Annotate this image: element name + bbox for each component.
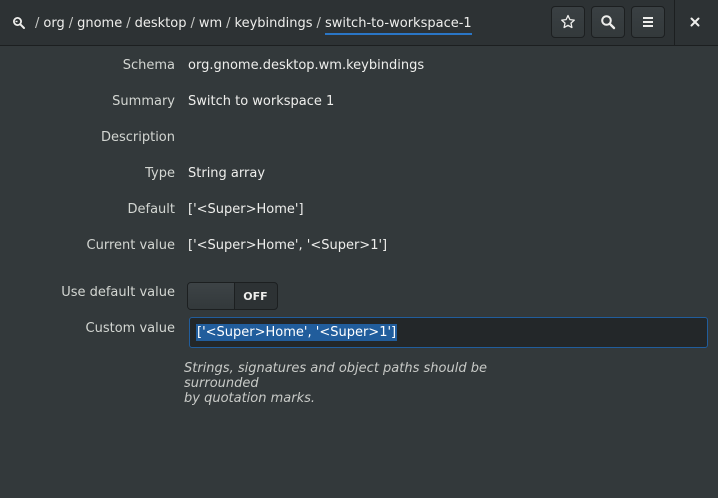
breadcrumb-separator: /	[226, 15, 231, 31]
schema-value: org.gnome.desktop.wm.keybindings	[188, 58, 425, 73]
current-value-value: ['<Super>Home', '<Super>1']	[188, 238, 388, 253]
current-value-label: Current value	[86, 238, 175, 253]
menu-button[interactable]	[631, 6, 665, 38]
bookmark-button[interactable]	[551, 6, 585, 38]
use-default-switch[interactable]: OFF	[187, 282, 278, 310]
root-path-icon[interactable]	[12, 16, 26, 30]
breadcrumb-item-desktop[interactable]: desktop	[135, 16, 187, 31]
default-row: Default ['<Super>Home']	[0, 202, 718, 222]
breadcrumb-item-org[interactable]: org	[43, 16, 64, 31]
breadcrumb-item-wm[interactable]: wm	[199, 16, 222, 31]
switch-knob[interactable]	[188, 283, 235, 309]
close-icon	[690, 17, 700, 27]
close-button[interactable]	[680, 6, 710, 38]
menu-icon	[643, 17, 653, 27]
summary-value: Switch to workspace 1	[188, 94, 335, 109]
schema-row: Schema org.gnome.desktop.wm.keybindings	[0, 58, 718, 78]
custom-value-label: Custom value	[85, 321, 175, 336]
type-value: String array	[188, 166, 266, 181]
breadcrumb: / org / gnome / desktop / wm / keybindin…	[12, 0, 472, 46]
breadcrumb-item-current[interactable]: switch-to-workspace-1	[324, 16, 472, 35]
description-row: Description	[0, 130, 718, 150]
summary-label: Summary	[112, 94, 175, 109]
search-button[interactable]	[591, 6, 625, 38]
schema-label: Schema	[122, 58, 175, 73]
search-icon	[601, 15, 616, 30]
use-default-row: Use default value	[0, 285, 718, 305]
custom-value-text[interactable]: ['<Super>Home', '<Super>1']	[196, 324, 398, 341]
breadcrumb-separator: /	[316, 15, 321, 31]
breadcrumb-separator: /	[126, 15, 131, 31]
custom-value-input[interactable]: ['<Super>Home', '<Super>1']	[189, 317, 708, 348]
current-value-row: Current value ['<Super>Home', '<Super>1'…	[0, 238, 718, 258]
header-bar: / org / gnome / desktop / wm / keybindin…	[0, 0, 718, 46]
breadcrumb-item-keybindings[interactable]: keybindings	[235, 16, 313, 31]
header-separator	[674, 0, 675, 46]
breadcrumb-separator: /	[68, 15, 74, 31]
hint-line-2: by quotation marks.	[184, 391, 316, 406]
hint-line-1: Strings, signatures and object paths sho…	[184, 361, 487, 391]
type-row: Type String array	[0, 166, 718, 186]
breadcrumb-separator: /	[35, 15, 40, 31]
breadcrumb-separator: /	[190, 15, 195, 31]
breadcrumb-item-gnome[interactable]: gnome	[77, 16, 122, 31]
summary-row: Summary Switch to workspace 1	[0, 94, 718, 114]
description-label: Description	[100, 130, 175, 145]
type-label: Type	[145, 166, 175, 181]
switch-state-text: OFF	[243, 289, 268, 303]
use-default-label: Use default value	[61, 285, 175, 300]
default-label: Default	[127, 202, 176, 217]
bookmark-icon	[561, 14, 575, 29]
custom-value-hint: Strings, signatures and object paths sho…	[184, 361, 544, 406]
default-value: ['<Super>Home']	[188, 202, 304, 217]
